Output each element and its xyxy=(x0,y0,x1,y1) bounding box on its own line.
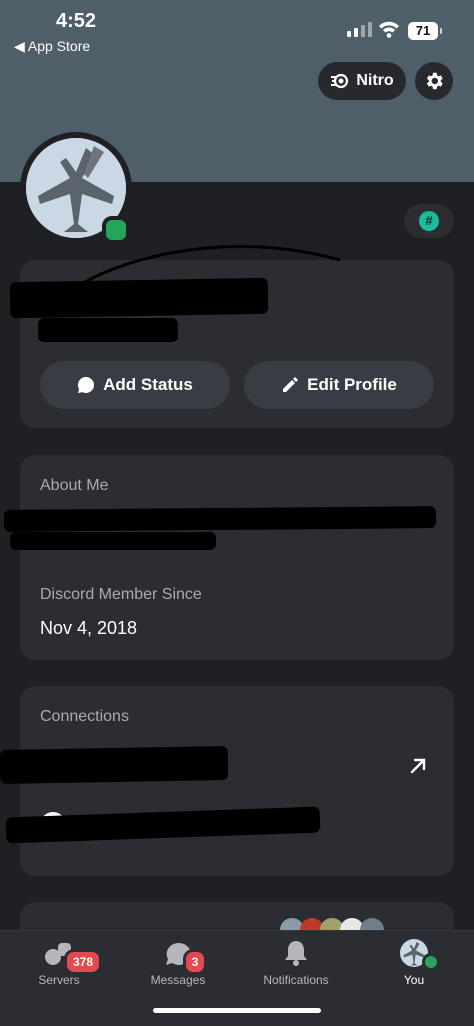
external-link-icon[interactable] xyxy=(408,756,428,776)
speech-bubble-icon xyxy=(78,376,95,393)
member-since-heading: Discord Member Since xyxy=(40,586,202,603)
redaction-scribble xyxy=(38,318,178,342)
connections-heading: Connections xyxy=(40,708,129,725)
tab-servers[interactable]: 378 Servers xyxy=(4,931,114,1001)
nitro-icon xyxy=(331,73,349,89)
clock: 4:52 xyxy=(56,10,97,32)
servers-badge: 378 xyxy=(64,949,102,975)
nitro-button[interactable]: Nitro xyxy=(318,62,406,100)
about-me-heading: About Me xyxy=(40,477,109,494)
tab-notifications-label: Notifications xyxy=(263,973,329,987)
signal-icon xyxy=(347,22,372,37)
edit-profile-label: Edit Profile xyxy=(307,375,397,394)
tab-you[interactable]: You xyxy=(359,931,469,1001)
nitro-label: Nitro xyxy=(356,72,394,89)
add-status-button[interactable]: Add Status xyxy=(40,361,230,409)
tab-you-label: You xyxy=(403,973,425,987)
battery-indicator: 71 xyxy=(408,22,442,40)
back-to-app-store[interactable]: ◀ App Store xyxy=(14,38,90,55)
about-me-card: About Me Discord Member Since Nov 4, 201… xyxy=(20,455,454,660)
edit-profile-button[interactable]: Edit Profile xyxy=(244,361,434,409)
redaction-scribble xyxy=(10,532,216,550)
you-online-dot xyxy=(422,953,440,971)
bell-icon xyxy=(285,941,307,966)
redaction-stroke xyxy=(84,245,341,284)
redaction-scribble xyxy=(3,506,437,532)
home-indicator[interactable] xyxy=(153,1008,321,1013)
add-status-label: Add Status xyxy=(103,375,193,394)
tab-servers-label: Servers xyxy=(38,973,80,987)
gear-icon xyxy=(426,72,443,90)
wifi-icon xyxy=(378,20,400,43)
status-bar: 4:52 ◀ App Store 71 xyxy=(0,0,474,60)
member-since-date: Nov 4, 2018 xyxy=(40,618,138,638)
hashtag-icon: # xyxy=(419,211,439,231)
tab-messages-label: Messages xyxy=(150,973,206,987)
settings-button[interactable] xyxy=(415,62,453,100)
pencil-icon xyxy=(283,377,299,392)
redaction-scribble xyxy=(0,746,229,784)
tab-messages[interactable]: 3 Messages xyxy=(123,931,233,1001)
hashtag-badge-button[interactable]: # xyxy=(404,204,454,238)
tab-notifications[interactable]: Notifications xyxy=(241,931,351,1001)
messages-badge: 3 xyxy=(183,949,207,975)
